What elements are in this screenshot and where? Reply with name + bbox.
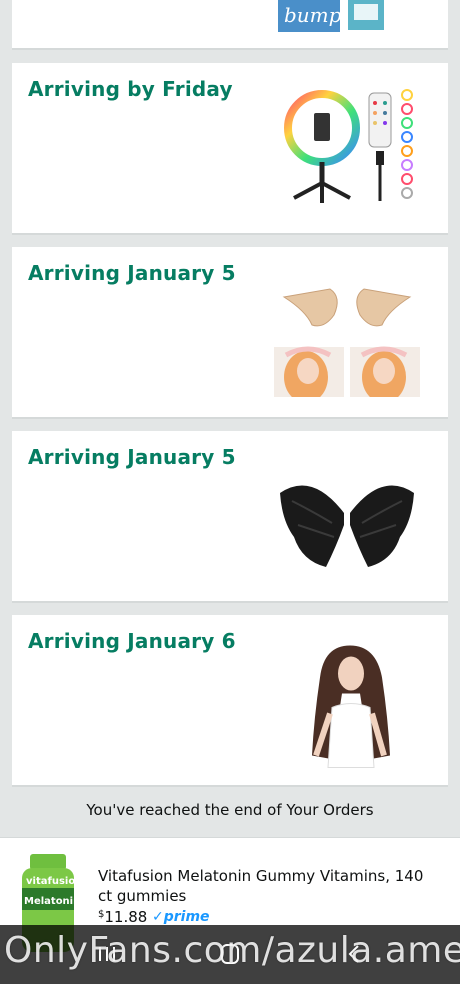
product-thumbnail: bumps [278,0,384,32]
bottle-brand-text: vitafusion [26,876,80,887]
order-card[interactable]: Arriving January 5 [12,247,448,419]
prime-badge: ✓prime [152,909,210,925]
product-thumbnail-label: bumps [284,3,352,27]
currency-symbol: $ [98,909,105,920]
bottle-label-text: Melatonin [24,896,80,907]
end-of-orders-message: You've reached the end of Your Orders [86,801,374,819]
order-card-partial[interactable]: bumps [12,0,448,50]
black-wings-icon [280,485,414,567]
elf-ears-icon [274,288,420,397]
orders-page: bumps Arriving by Friday Arriving Januar… [0,0,460,984]
ring-light-icon [284,89,413,203]
order-arrival-title: Arriving January 6 [28,629,236,653]
prime-label: prime [163,909,210,925]
order-card[interactable]: Arriving January 5 [12,431,448,603]
order-card[interactable]: Arriving by Friday [12,63,448,235]
order-arrival-title: Arriving January 5 [28,261,236,285]
watermark-text: OnlyFans.com/azula.ame [4,930,460,971]
product-price: $11.88 [98,908,147,926]
wig-icon [312,645,390,768]
price-value: 11.88 [104,908,148,926]
order-arrival-title: Arriving by Friday [28,77,233,101]
product-name[interactable]: Vitafusion Melatonin Gummy Vitamins, 140… [98,866,438,906]
order-arrival-title: Arriving January 5 [28,445,236,469]
order-card[interactable]: Arriving January 6 [12,615,448,787]
